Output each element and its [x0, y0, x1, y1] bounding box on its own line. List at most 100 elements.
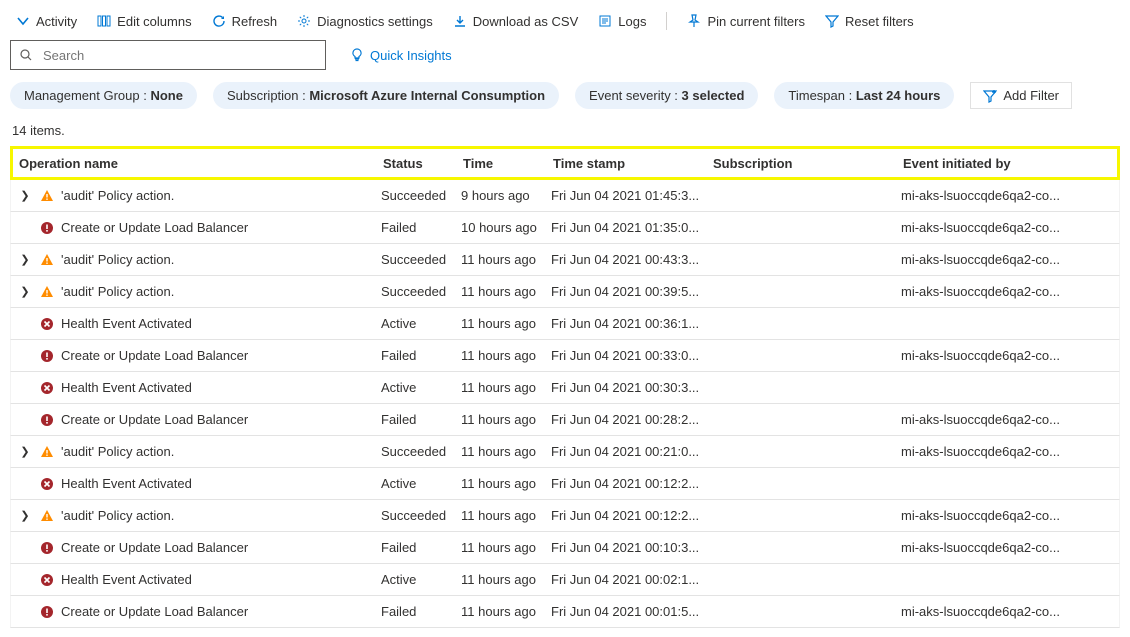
expand-chevron-icon[interactable]: ❯: [17, 189, 33, 202]
initiated-by-cell: mi-aks-lsuoccqde6qa2-co...: [901, 508, 1119, 523]
chevron-down-icon: [16, 14, 30, 28]
expand-chevron-icon[interactable]: ❯: [17, 509, 33, 522]
add-filter-icon: [983, 89, 997, 103]
table-row[interactable]: ❯'audit' Policy action.Succeeded11 hours…: [10, 276, 1120, 308]
search-icon: [19, 48, 33, 62]
toolbar-separator: [666, 12, 667, 30]
table-row[interactable]: ❯'audit' Policy action.Succeeded9 hours …: [10, 180, 1120, 212]
header-operation[interactable]: Operation name: [13, 156, 383, 171]
initiated-by-cell: mi-aks-lsuoccqde6qa2-co...: [901, 284, 1119, 299]
timestamp-cell: Fri Jun 04 2021 00:39:5...: [551, 284, 711, 299]
time-cell: 11 hours ago: [461, 284, 551, 299]
timestamp-cell: Fri Jun 04 2021 00:12:2...: [551, 476, 711, 491]
table-row[interactable]: ❯Create or Update Load BalancerFailed10 …: [10, 212, 1120, 244]
quick-insights-button[interactable]: Quick Insights: [350, 48, 452, 63]
initiated-by-cell: mi-aks-lsuoccqde6qa2-co...: [901, 252, 1119, 267]
operation-name-cell: Health Event Activated: [61, 380, 192, 395]
table-row[interactable]: ❯Health Event ActivatedActive11 hours ag…: [10, 372, 1120, 404]
add-filter-button[interactable]: Add Filter: [970, 82, 1072, 109]
diagnostics-button[interactable]: Diagnostics settings: [297, 14, 433, 29]
header-subscription[interactable]: Subscription: [713, 156, 903, 171]
status-cell: Failed: [381, 604, 461, 619]
header-time[interactable]: Time: [463, 156, 553, 171]
status-error-icon: [39, 348, 55, 364]
expand-chevron-icon[interactable]: ❯: [17, 445, 33, 458]
status-error-icon: [39, 220, 55, 236]
edit-columns-button[interactable]: Edit columns: [97, 14, 191, 29]
refresh-button[interactable]: Refresh: [212, 14, 278, 29]
status-x-icon: [39, 380, 55, 396]
download-csv-button[interactable]: Download as CSV: [453, 14, 579, 29]
reset-filters-button[interactable]: Reset filters: [825, 14, 914, 29]
activity-button[interactable]: Activity: [16, 14, 77, 29]
status-cell: Succeeded: [381, 188, 461, 203]
pin-filters-button[interactable]: Pin current filters: [687, 14, 805, 29]
operation-name-cell: Create or Update Load Balancer: [61, 348, 248, 363]
status-cell: Succeeded: [381, 444, 461, 459]
timestamp-cell: Fri Jun 04 2021 00:43:3...: [551, 252, 711, 267]
table-row[interactable]: ❯Create or Update Load BalancerFailed11 …: [10, 596, 1120, 628]
time-cell: 11 hours ago: [461, 476, 551, 491]
header-status[interactable]: Status: [383, 156, 463, 171]
status-warn-icon: [39, 188, 55, 204]
pill-management-group[interactable]: Management Group : None: [10, 82, 197, 109]
status-error-icon: [39, 604, 55, 620]
table-row[interactable]: ❯Health Event ActivatedActive11 hours ag…: [10, 564, 1120, 596]
initiated-by-cell: mi-aks-lsuoccqde6qa2-co...: [901, 220, 1119, 235]
time-cell: 11 hours ago: [461, 508, 551, 523]
status-cell: Succeeded: [381, 252, 461, 267]
time-cell: 11 hours ago: [461, 252, 551, 267]
time-cell: 11 hours ago: [461, 540, 551, 555]
search-input[interactable]: [41, 47, 317, 64]
table-row[interactable]: ❯'audit' Policy action.Succeeded11 hours…: [10, 244, 1120, 276]
status-x-icon: [39, 572, 55, 588]
status-cell: Failed: [381, 412, 461, 427]
item-count: 14 items.: [10, 123, 1120, 146]
logs-label: Logs: [618, 14, 646, 29]
table-row[interactable]: ❯Health Event ActivatedActive11 hours ag…: [10, 308, 1120, 340]
gear-icon: [297, 14, 311, 28]
activity-log-grid: Operation name Status Time Time stamp Su…: [10, 146, 1120, 628]
pill-event-severity[interactable]: Event severity : 3 selected: [575, 82, 758, 109]
search-box[interactable]: [10, 40, 326, 70]
edit-columns-label: Edit columns: [117, 14, 191, 29]
status-cell: Failed: [381, 220, 461, 235]
pill-timespan[interactable]: Timespan : Last 24 hours: [774, 82, 954, 109]
operation-name-cell: 'audit' Policy action.: [61, 444, 174, 459]
table-row[interactable]: ❯'audit' Policy action.Succeeded11 hours…: [10, 436, 1120, 468]
time-cell: 9 hours ago: [461, 188, 551, 203]
status-cell: Failed: [381, 540, 461, 555]
download-label: Download as CSV: [473, 14, 579, 29]
pill-subscription[interactable]: Subscription : Microsoft Azure Internal …: [213, 82, 559, 109]
table-row[interactable]: ❯Create or Update Load BalancerFailed11 …: [10, 404, 1120, 436]
status-warn-icon: [39, 508, 55, 524]
operation-name-cell: Health Event Activated: [61, 572, 192, 587]
reset-label: Reset filters: [845, 14, 914, 29]
lightbulb-icon: [350, 48, 364, 62]
logs-button[interactable]: Logs: [598, 14, 646, 29]
quick-insights-label: Quick Insights: [370, 48, 452, 63]
operation-name-cell: Create or Update Load Balancer: [61, 220, 248, 235]
add-filter-label: Add Filter: [1003, 88, 1059, 103]
initiated-by-cell: mi-aks-lsuoccqde6qa2-co...: [901, 412, 1119, 427]
header-timestamp[interactable]: Time stamp: [553, 156, 713, 171]
operation-name-cell: Health Event Activated: [61, 476, 192, 491]
timestamp-cell: Fri Jun 04 2021 00:33:0...: [551, 348, 711, 363]
header-initiated-by[interactable]: Event initiated by: [903, 156, 1117, 171]
timestamp-cell: Fri Jun 04 2021 00:02:1...: [551, 572, 711, 587]
expand-chevron-icon[interactable]: ❯: [17, 285, 33, 298]
table-row[interactable]: ❯Create or Update Load BalancerFailed11 …: [10, 340, 1120, 372]
table-row[interactable]: ❯'audit' Policy action.Succeeded11 hours…: [10, 500, 1120, 532]
time-cell: 11 hours ago: [461, 604, 551, 619]
table-row[interactable]: ❯Create or Update Load BalancerFailed11 …: [10, 532, 1120, 564]
pin-label: Pin current filters: [707, 14, 805, 29]
status-cell: Active: [381, 572, 461, 587]
time-cell: 11 hours ago: [461, 412, 551, 427]
table-row[interactable]: ❯Health Event ActivatedActive11 hours ag…: [10, 468, 1120, 500]
expand-chevron-icon[interactable]: ❯: [17, 253, 33, 266]
status-warn-icon: [39, 284, 55, 300]
timestamp-cell: Fri Jun 04 2021 00:10:3...: [551, 540, 711, 555]
operation-name-cell: Health Event Activated: [61, 316, 192, 331]
status-cell: Active: [381, 476, 461, 491]
status-cell: Active: [381, 316, 461, 331]
